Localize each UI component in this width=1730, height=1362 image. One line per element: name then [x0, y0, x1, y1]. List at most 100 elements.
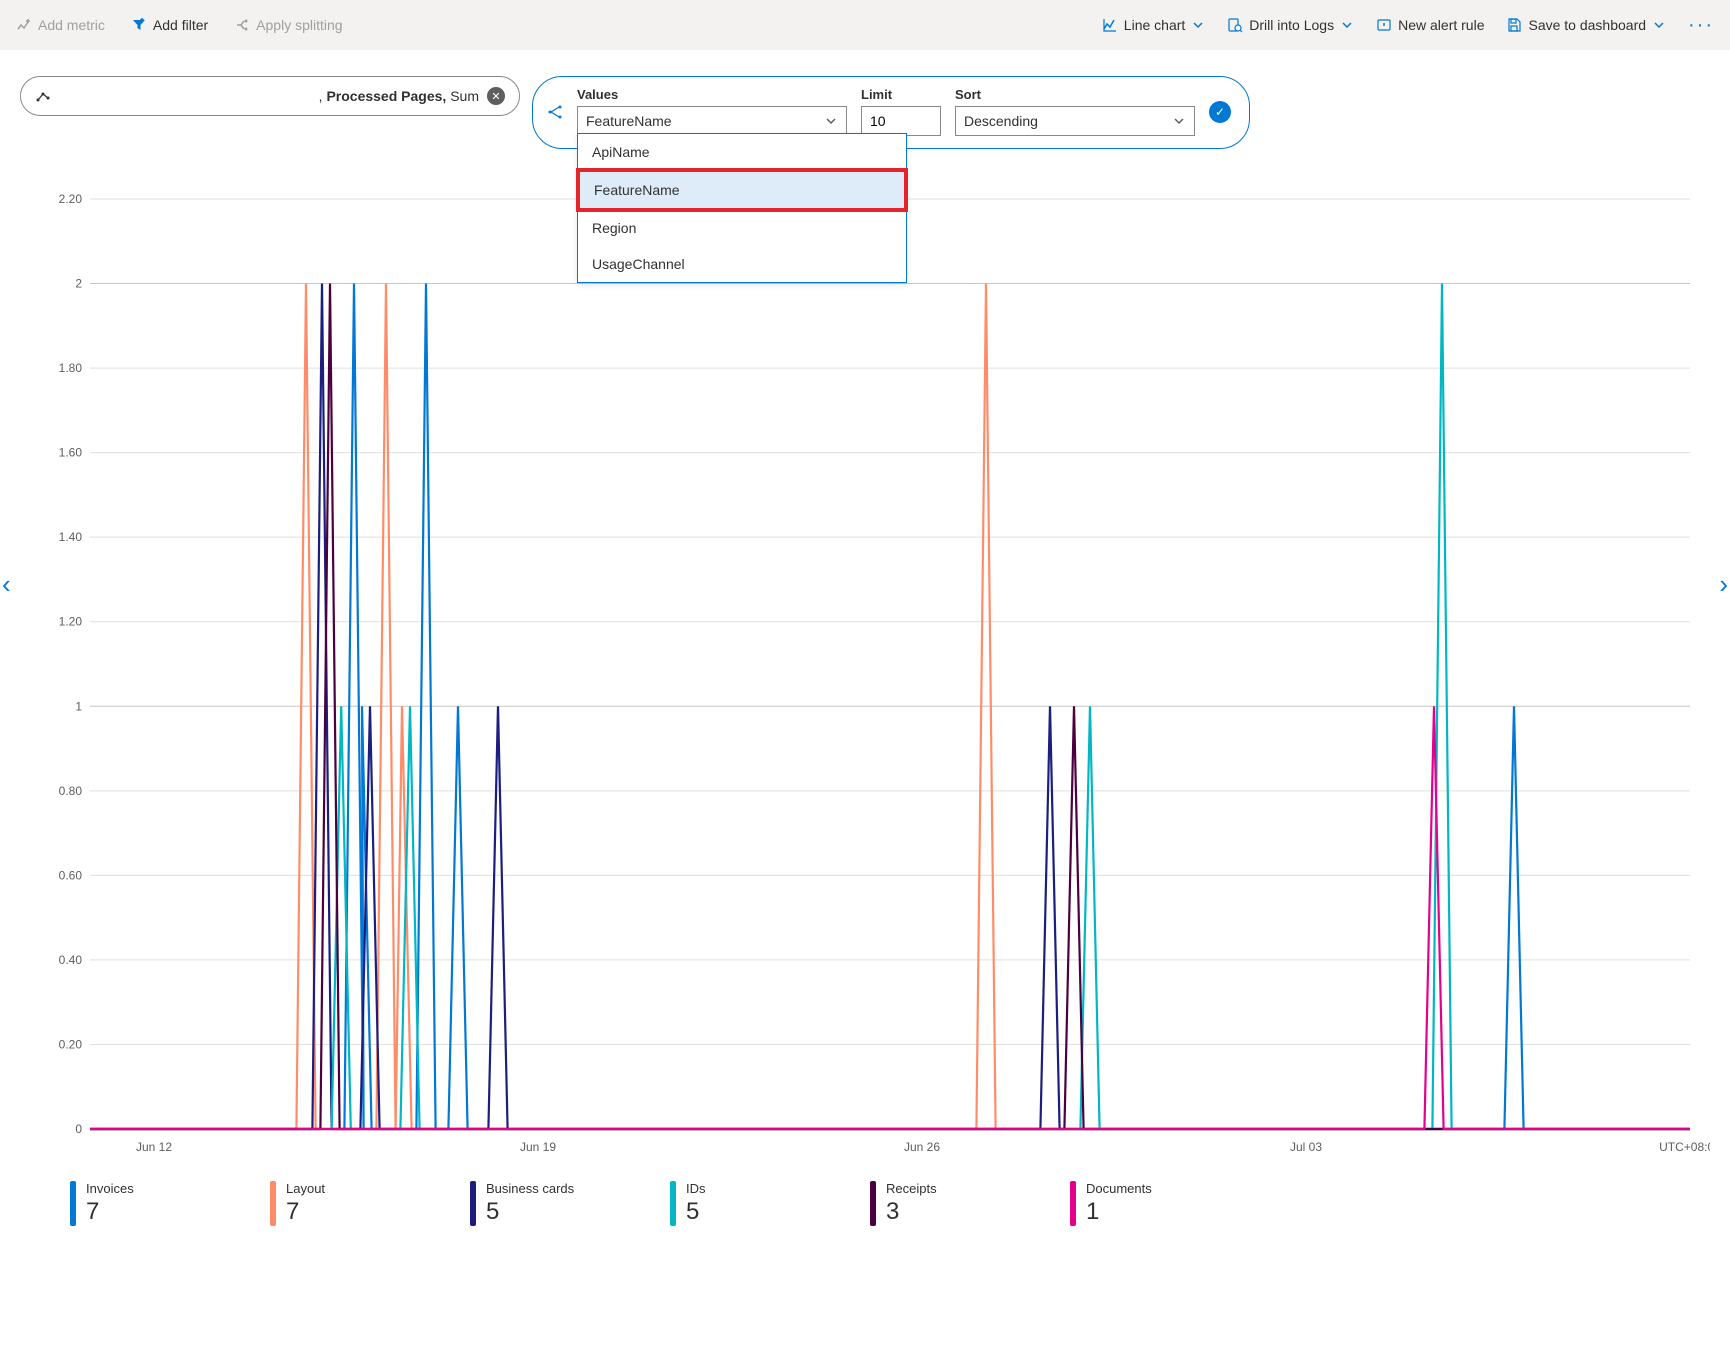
toolbar: Add metric Add filter Apply splitting Li… — [0, 0, 1730, 50]
sort-field: Sort Descending — [955, 87, 1195, 136]
limit-input[interactable] — [861, 106, 941, 136]
chart-type-label: Line chart — [1124, 17, 1185, 33]
apply-splitting-label: Apply splitting — [256, 17, 342, 33]
legend-color-bar — [870, 1181, 876, 1226]
config-row: , Processed Pages, Sum ✕ Values FeatureN… — [0, 50, 1730, 149]
remove-metric-button[interactable]: ✕ — [487, 87, 505, 105]
add-metric-label: Add metric — [38, 17, 105, 33]
toolbar-left: Add metric Add filter Apply splitting — [12, 13, 347, 37]
values-option[interactable]: Region — [578, 210, 906, 246]
values-dropdown: ApiNameFeatureNameRegionUsageChannel — [577, 133, 907, 283]
svg-text:0.40: 0.40 — [59, 953, 83, 967]
values-option[interactable]: ApiName — [578, 134, 906, 170]
metric-icon — [35, 88, 51, 104]
svg-text:Jun 19: Jun 19 — [520, 1140, 556, 1154]
svg-text:0.20: 0.20 — [59, 1037, 83, 1051]
svg-text:2.20: 2.20 — [59, 192, 83, 206]
chevron-down-icon — [824, 114, 838, 128]
legend-series-value: 7 — [286, 1198, 325, 1226]
save-dashboard-label: Save to dashboard — [1528, 17, 1646, 33]
add-filter-label: Add filter — [153, 17, 208, 33]
chart-next-button[interactable]: › — [1719, 569, 1728, 600]
svg-text:2: 2 — [75, 277, 82, 291]
values-label: Values — [577, 87, 847, 102]
legend-item[interactable]: IDs 5 — [670, 1181, 810, 1226]
line-chart: 0 0.20 0.40 0.60 0.80 1 1.20 1.40 1.60 1.80 2 2.20 J… — [20, 189, 1710, 1169]
limit-field: Limit — [861, 87, 941, 136]
legend-color-bar — [70, 1181, 76, 1226]
add-filter-button[interactable]: Add filter — [127, 13, 212, 37]
logs-icon — [1227, 17, 1243, 33]
alert-icon — [1376, 17, 1392, 33]
confirm-split-button[interactable]: ✓ — [1209, 101, 1231, 123]
svg-text:Jun 26: Jun 26 — [904, 1140, 940, 1154]
legend-color-bar — [270, 1181, 276, 1226]
legend-item[interactable]: Documents 1 — [1070, 1181, 1210, 1226]
legend-series-name: Receipts — [886, 1181, 937, 1196]
values-field: Values FeatureName ApiNameFeatureNameReg… — [577, 87, 847, 136]
svg-text:0.60: 0.60 — [59, 868, 83, 882]
save-dashboard-button[interactable]: Save to dashboard — [1502, 13, 1670, 37]
legend-item[interactable]: Business cards 5 — [470, 1181, 610, 1226]
legend-series-value: 5 — [486, 1198, 574, 1226]
limit-label: Limit — [861, 87, 941, 102]
line-chart-icon — [1102, 17, 1118, 33]
chart-area: ‹ › 00.200.400.600.8011.201.401.601.8022… — [20, 189, 1710, 1169]
legend: Invoices 7 Layout 7 Business cards 5 IDs 5 Recei… — [0, 1169, 1730, 1246]
legend-color-bar — [470, 1181, 476, 1226]
drill-logs-button[interactable]: Drill into Logs — [1223, 13, 1358, 37]
svg-text:1.40: 1.40 — [59, 530, 83, 544]
values-option[interactable]: FeatureName — [580, 172, 904, 208]
legend-series-value: 3 — [886, 1198, 937, 1226]
add-metric-button[interactable]: Add metric — [12, 13, 109, 37]
sort-select[interactable]: Descending — [955, 106, 1195, 136]
legend-series-name: Documents — [1086, 1181, 1152, 1196]
legend-item[interactable]: Receipts 3 — [870, 1181, 1010, 1226]
filter-icon — [131, 17, 147, 33]
svg-text:0.80: 0.80 — [59, 784, 83, 798]
values-option[interactable]: UsageChannel — [578, 246, 906, 282]
more-button[interactable]: ··· — [1684, 15, 1718, 35]
split-icon — [234, 17, 250, 33]
svg-text:1: 1 — [75, 699, 82, 713]
legend-series-name: Business cards — [486, 1181, 574, 1196]
chevron-down-icon — [1340, 18, 1354, 32]
svg-text:0: 0 — [75, 1122, 82, 1136]
split-config-icon — [547, 104, 563, 120]
legend-series-value: 1 — [1086, 1198, 1152, 1226]
legend-item[interactable]: Layout 7 — [270, 1181, 410, 1226]
chevron-down-icon — [1172, 114, 1186, 128]
values-select[interactable]: FeatureName — [577, 106, 847, 136]
chevron-down-icon — [1652, 18, 1666, 32]
add-metric-icon — [16, 17, 32, 33]
sort-selected: Descending — [964, 113, 1038, 129]
legend-series-value: 7 — [86, 1198, 134, 1226]
legend-color-bar — [1070, 1181, 1076, 1226]
toolbar-right: Line chart Drill into Logs New alert rul… — [1098, 13, 1718, 37]
legend-color-bar — [670, 1181, 676, 1226]
svg-text:1.60: 1.60 — [59, 446, 83, 460]
legend-series-name: Layout — [286, 1181, 325, 1196]
chart-type-button[interactable]: Line chart — [1098, 13, 1209, 37]
drill-logs-label: Drill into Logs — [1249, 17, 1334, 33]
svg-text:Jun 12: Jun 12 — [136, 1140, 172, 1154]
apply-splitting-button[interactable]: Apply splitting — [230, 13, 346, 37]
legend-series-name: Invoices — [86, 1181, 134, 1196]
svg-text:Jul 03: Jul 03 — [1290, 1140, 1322, 1154]
new-alert-label: New alert rule — [1398, 17, 1484, 33]
split-pill: Values FeatureName ApiNameFeatureNameReg… — [532, 76, 1250, 149]
chart-prev-button[interactable]: ‹ — [2, 569, 11, 600]
svg-text:1.20: 1.20 — [59, 615, 83, 629]
chevron-down-icon — [1191, 18, 1205, 32]
metric-text: , Processed Pages, Sum — [59, 88, 479, 104]
values-selected: FeatureName — [586, 113, 672, 129]
svg-text:UTC+08:00: UTC+08:00 — [1659, 1140, 1710, 1154]
legend-series-value: 5 — [686, 1198, 706, 1226]
legend-item[interactable]: Invoices 7 — [70, 1181, 210, 1226]
svg-text:1.80: 1.80 — [59, 361, 83, 375]
sort-label: Sort — [955, 87, 1195, 102]
legend-series-name: IDs — [686, 1181, 706, 1196]
new-alert-button[interactable]: New alert rule — [1372, 13, 1488, 37]
save-icon — [1506, 17, 1522, 33]
metric-pill[interactable]: , Processed Pages, Sum ✕ — [20, 76, 520, 116]
